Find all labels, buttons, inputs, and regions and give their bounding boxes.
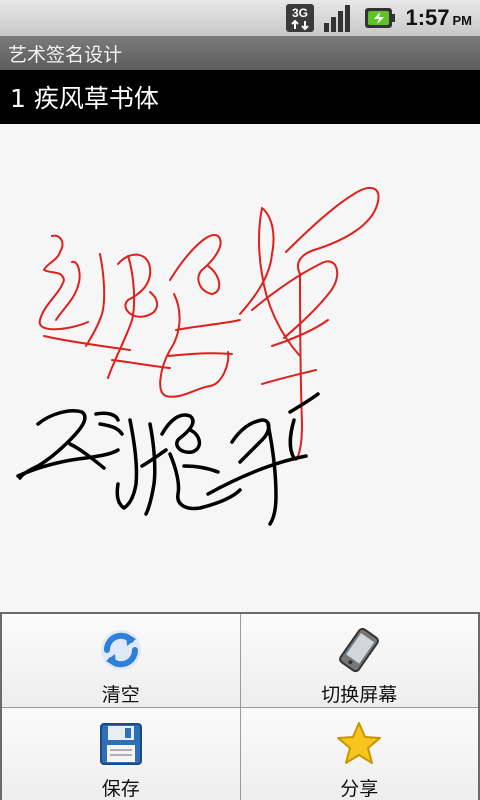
clear-label: 清空 xyxy=(101,684,140,706)
status-bar: 3G 1:57 PM xyxy=(0,0,480,36)
font-style-header[interactable]: 1 疾风草书体 xyxy=(0,70,480,124)
red-cursive-signature xyxy=(38,186,380,461)
signature-drawing xyxy=(16,186,380,526)
star-icon xyxy=(335,720,383,768)
svg-text:3G: 3G xyxy=(292,6,308,20)
floppy-disk-icon xyxy=(97,720,145,768)
app-title-bar: 艺术签名设计 xyxy=(0,36,480,70)
clear-button[interactable]: 清空 xyxy=(2,614,240,707)
save-label: 保存 xyxy=(101,778,140,800)
signal-strength-icon xyxy=(323,3,355,33)
3g-data-icon: 3G xyxy=(285,3,315,33)
app-title: 艺术签名设计 xyxy=(8,43,123,66)
share-label: 分享 xyxy=(340,778,379,800)
switch-screen-label: 切换屏幕 xyxy=(321,684,398,706)
black-handwritten-signature xyxy=(16,392,320,526)
options-menu-grid: 清空 切换屏幕 保存 分享 xyxy=(2,614,478,800)
phone-rotate-icon xyxy=(335,626,383,674)
options-menu: 清空 切换屏幕 保存 分享 xyxy=(0,612,480,800)
battery-charging-icon xyxy=(363,5,397,31)
font-style-label: 1 疾风草书体 xyxy=(10,84,159,113)
refresh-icon xyxy=(97,626,145,674)
switch-screen-button[interactable]: 切换屏幕 xyxy=(240,614,478,707)
signature-canvas[interactable] xyxy=(0,124,480,612)
share-button[interactable]: 分享 xyxy=(240,708,478,800)
save-button[interactable]: 保存 xyxy=(2,708,240,800)
clock: 1:57 PM xyxy=(405,5,472,30)
